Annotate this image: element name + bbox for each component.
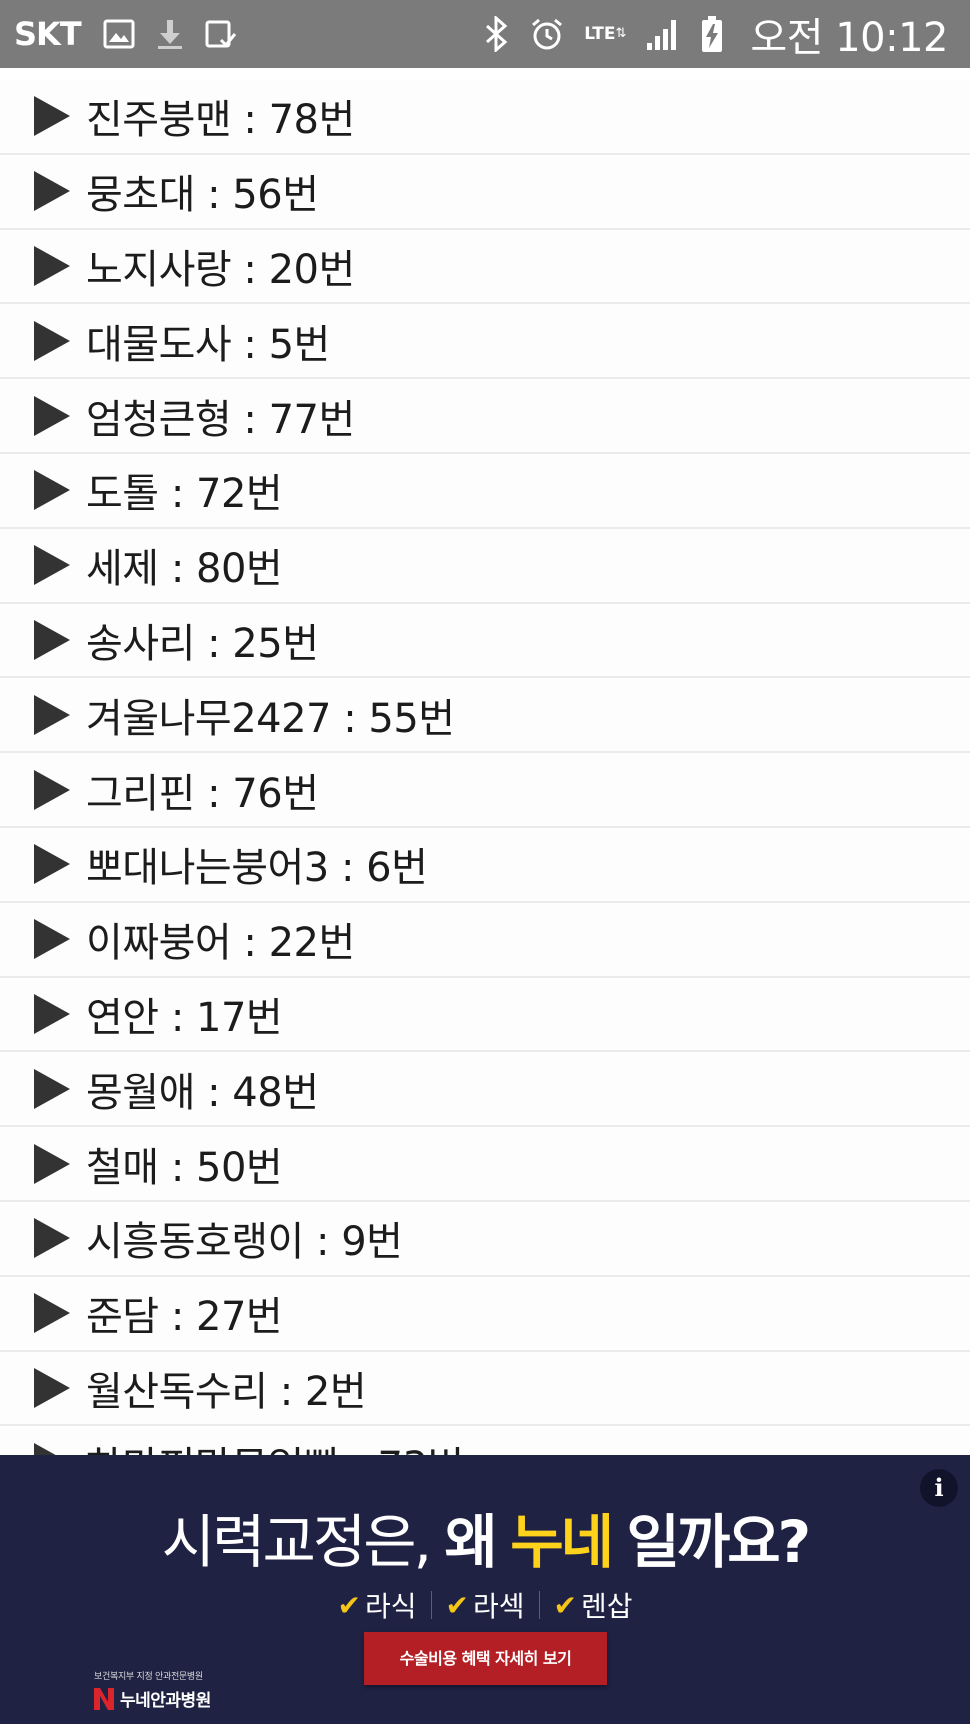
list-item-label: 세제 : 80번 — [86, 546, 283, 593]
list-item[interactable]: 뭉초대 : 56번 — [0, 154, 970, 230]
play-icon — [34, 1143, 70, 1184]
bluetooth-icon — [484, 16, 510, 52]
device-check-icon — [205, 18, 237, 50]
data-arrows-icon: ⇅ — [615, 26, 627, 41]
list-item-label: 몽월애 : 48번 — [86, 1069, 319, 1116]
list-item-label: 이짜붕어 : 22번 — [86, 920, 355, 967]
play-icon — [34, 545, 70, 586]
ad-headline-suffix: 일까요? — [626, 1508, 811, 1576]
list-item[interactable]: 준담 : 27번 — [0, 1276, 970, 1352]
play-icon — [34, 245, 70, 286]
play-icon — [34, 1068, 70, 1109]
ad-option: ✔ 라섹 — [432, 1585, 539, 1625]
network-type-label: LTE — [584, 24, 616, 44]
list-item[interactable]: 세제 : 80번 — [0, 528, 970, 604]
status-bar-left: SKT — [14, 15, 257, 53]
ad-option: ✔ 라식 — [324, 1585, 431, 1625]
ad-option-label: 라식 — [364, 1590, 417, 1623]
ad-headline-highlight: 누네 — [510, 1508, 614, 1576]
ad-headline-prefix: 시력교정은, — [161, 1508, 432, 1576]
check-icon: ✔ — [337, 1588, 361, 1622]
play-icon — [34, 1367, 70, 1408]
list-item[interactable]: 월산독수리 : 2번 — [0, 1351, 970, 1427]
play-icon — [34, 694, 70, 735]
ad-logo-subtitle: 보건복지부 지정 안과전문병원 — [94, 1672, 203, 1682]
play-icon — [34, 619, 70, 660]
list-item[interactable]: 송사리 : 25번 — [0, 603, 970, 679]
ad-cta-button[interactable]: 수술비용 혜택 자세히 보기 — [364, 1632, 607, 1685]
list-item-label: 진주붕맨 : 78번 — [86, 97, 355, 144]
list-item[interactable]: 연안 : 17번 — [0, 977, 970, 1053]
clock: 오전 10:12 — [750, 15, 948, 61]
list-item-label: 뭉초대 : 56번 — [86, 172, 319, 219]
list-item-label: 그리핀 : 76번 — [86, 770, 319, 817]
play-icon — [34, 320, 70, 361]
member-number-list[interactable]: 진주붕맨 : 78번 뭉초대 : 56번 노지사랑 : 20번 대물도사 : 5… — [0, 80, 970, 1455]
list-item[interactable]: 하마피망무임빵 : 73번 — [0, 1426, 970, 1455]
play-icon — [34, 1442, 70, 1455]
list-item-label: 하마피망무임빵 : 73번 — [86, 1434, 464, 1455]
carrier-label: SKT — [14, 15, 82, 53]
image-icon — [103, 19, 135, 49]
play-icon — [34, 769, 70, 810]
list-item[interactable]: 진주붕맨 : 78번 — [0, 80, 970, 155]
ad-options: ✔ 라식 ✔ 라섹 ✔ 렌삽 — [0, 1585, 970, 1625]
ad-headline-mid: 왜 — [444, 1508, 497, 1576]
play-icon — [34, 919, 70, 960]
status-bar-right: LTE ⇅ 오전 10:12 — [484, 5, 948, 63]
signal-icon — [646, 17, 680, 51]
list-item[interactable]: 몽월애 : 48번 — [0, 1052, 970, 1128]
ad-advertiser-logo: 보건복지부 지정 안과전문병원 누네안과병원 — [94, 1669, 211, 1711]
ad-banner[interactable]: i 시력교정은, 왜 누네 일까요? ✔ 라식 ✔ 라섹 ✔ 렌삽 수술비용 혜택 자… — [0, 1455, 970, 1724]
list-item-label: 연안 : 17번 — [86, 994, 283, 1041]
lte-icon: LTE ⇅ — [584, 24, 627, 44]
list-item[interactable]: 대물도사 : 5번 — [0, 304, 970, 380]
list-item[interactable]: 이짜붕어 : 22번 — [0, 902, 970, 978]
list-item-label: 준담 : 27번 — [86, 1294, 283, 1341]
play-icon — [34, 1293, 70, 1334]
list-item-label: 대물도사 : 5번 — [86, 321, 330, 368]
alarm-icon — [530, 17, 564, 51]
play-icon — [34, 395, 70, 436]
list-item[interactable]: 시흥동호랭이 : 9번 — [0, 1201, 970, 1277]
ad-headline: 시력교정은, 왜 누네 일까요? — [0, 1495, 970, 1579]
battery-charging-icon — [700, 15, 724, 53]
play-icon — [34, 993, 70, 1034]
list-item-label: 도톨 : 72번 — [86, 471, 283, 518]
list-item-label: 송사리 : 25번 — [86, 620, 319, 667]
check-icon: ✔ — [445, 1588, 469, 1622]
list-item[interactable]: 엄청큰형 : 77번 — [0, 379, 970, 454]
list-item[interactable]: 겨울나무2427 : 55번 — [0, 678, 970, 754]
play-icon — [34, 171, 70, 212]
ad-option-label: 라섹 — [472, 1590, 525, 1623]
check-icon: ✔ — [553, 1588, 577, 1622]
list-item-label: 시흥동호랭이 : 9번 — [86, 1219, 403, 1266]
play-icon — [34, 470, 70, 511]
play-icon — [34, 1218, 70, 1259]
list-item[interactable]: 도톨 : 72번 — [0, 453, 970, 529]
play-icon — [34, 96, 70, 137]
ad-logo-row: 누네안과병원 — [94, 1686, 211, 1711]
list-item-label: 겨울나무2427 : 55번 — [86, 695, 455, 742]
list-item-label: 노지사랑 : 20번 — [86, 246, 355, 293]
list-item[interactable]: 그리핀 : 76번 — [0, 753, 970, 828]
hospital-logo-icon — [94, 1687, 114, 1710]
ad-option-label: 렌삽 — [580, 1590, 633, 1623]
play-icon — [34, 844, 70, 885]
status-bar: SKT LTE ⇅ 오전 10:12 — [0, 0, 970, 68]
download-icon — [155, 18, 185, 50]
list-item[interactable]: 뽀대나는붕어3 : 6번 — [0, 827, 970, 903]
list-item[interactable]: 노지사랑 : 20번 — [0, 229, 970, 305]
list-item-label: 철매 : 50번 — [86, 1144, 283, 1191]
list-item-label: 뽀대나는붕어3 : 6번 — [86, 845, 428, 892]
list-item[interactable]: 철매 : 50번 — [0, 1127, 970, 1202]
list-item-label: 월산독수리 : 2번 — [86, 1368, 367, 1415]
ad-option: ✔ 렌삽 — [540, 1585, 647, 1625]
ad-logo-name: 누네안과병원 — [120, 1691, 211, 1711]
list-item-label: 엄청큰형 : 77번 — [86, 396, 355, 443]
